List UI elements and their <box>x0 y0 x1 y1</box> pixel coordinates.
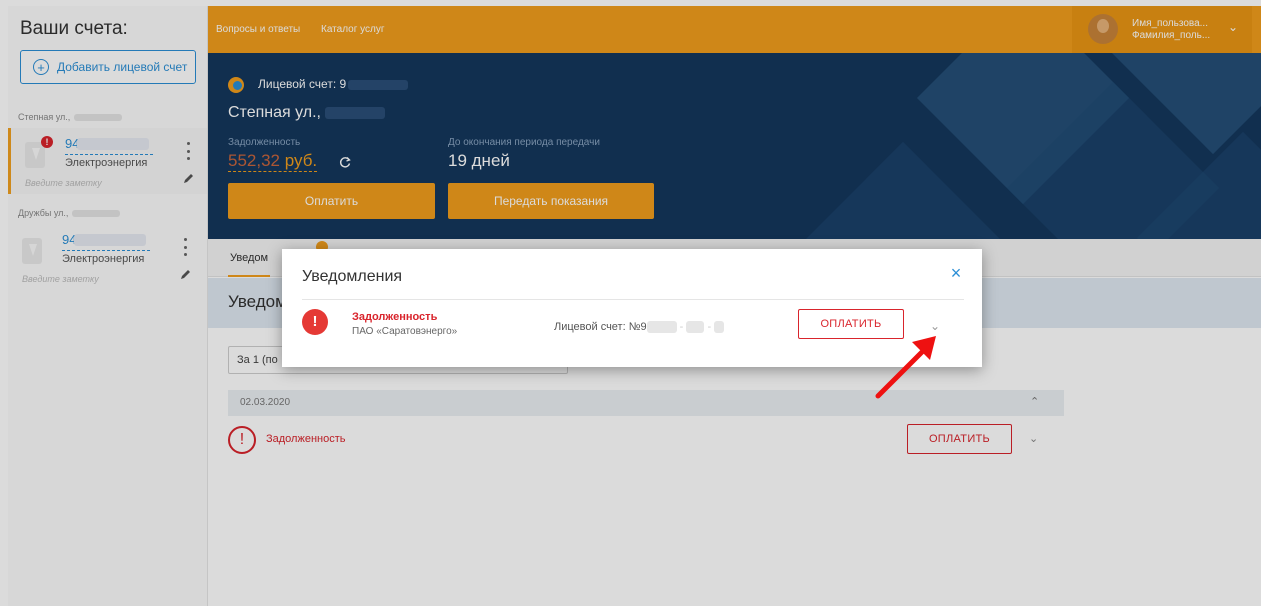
redacted-text <box>714 321 725 334</box>
redacted-text <box>74 114 123 122</box>
add-account-label: Добавить лицевой счет <box>57 60 188 74</box>
notifications-modal: Уведомления × ! Задолженность ПАО «Сарат… <box>282 249 982 367</box>
hero-account-number: Лицевой счет: 9 <box>258 77 409 91</box>
avatar <box>1088 14 1118 44</box>
modal-title: Уведомления <box>302 268 403 285</box>
account-hero: Лицевой счет: 9 Степная ул., Задолженнос… <box>208 53 1261 239</box>
account-type: Электроэнергия <box>62 253 145 265</box>
services-catalog-link[interactable]: Каталог услуг <box>321 24 385 35</box>
notification-account: Лицевой счет: №9 - - <box>554 321 725 334</box>
faq-link[interactable]: Вопросы и ответы <box>216 24 300 35</box>
redacted-text <box>72 210 121 218</box>
user-menu[interactable]: Имя_пользова... Фамилия_поль... ⌄ <box>1072 6 1252 53</box>
redacted-text <box>77 138 149 150</box>
chevron-down-icon: ⌄ <box>1228 20 1239 34</box>
date-label: 02.03.2020 <box>240 397 291 408</box>
redacted-text <box>74 234 146 246</box>
app-window: Ваши счета: + Добавить лицевой счет Степ… <box>0 0 1261 606</box>
period-label: До окончания периода передачи <box>448 137 600 148</box>
debt-label: Задолженность <box>228 137 301 148</box>
note-placeholder[interactable]: Введите заметку <box>25 178 102 188</box>
account-card-selected[interactable]: ! 94 Электроэнергия Введите заметку <box>8 128 207 194</box>
company-logo-icon <box>228 77 244 93</box>
chevron-up-icon[interactable]: ⌃ <box>1030 395 1039 408</box>
kebab-menu-icon[interactable] <box>185 142 191 160</box>
notification-title: Задолженность <box>266 433 346 445</box>
account-number-underline <box>62 250 150 251</box>
pencil-icon[interactable] <box>180 268 192 280</box>
divider <box>302 299 964 300</box>
sidebar-title: Ваши счета: <box>20 18 128 39</box>
redacted-text <box>686 321 705 334</box>
redacted-text <box>646 321 677 334</box>
account-group-street: Степная ул., <box>8 106 207 128</box>
accounts-sidebar: Ваши счета: + Добавить лицевой счет Степ… <box>8 6 208 606</box>
plus-circle-icon: + <box>33 59 49 75</box>
lightning-icon <box>22 238 42 264</box>
alert-icon: ! <box>302 309 328 335</box>
user-name: Имя_пользова... Фамилия_поль... <box>1132 18 1211 41</box>
alert-circle-icon: ! <box>228 426 256 454</box>
hero-address: Степная ул., <box>228 104 385 122</box>
section-title: Уведом <box>228 292 287 311</box>
alert-badge: ! <box>41 136 53 148</box>
pencil-icon[interactable] <box>183 172 195 184</box>
period-value: 19 дней <box>448 151 510 170</box>
account-number-underline <box>65 154 153 155</box>
date-group-header[interactable]: 02.03.2020 ⌃ <box>228 390 1064 416</box>
notification-row: ! Задолженность ОПЛАТИТЬ ⌄ <box>228 424 1064 458</box>
pay-button[interactable]: Оплатить <box>228 183 435 219</box>
chevron-down-icon[interactable]: ⌄ <box>1029 432 1038 445</box>
notification-organization: ПАО «Саратовэнерго» <box>352 326 458 337</box>
redacted-text <box>348 79 409 90</box>
redacted-text <box>324 106 385 119</box>
close-icon[interactable]: × <box>946 263 966 283</box>
add-account-button[interactable]: + Добавить лицевой счет <box>20 50 196 84</box>
note-placeholder[interactable]: Введите заметку <box>22 274 99 284</box>
modal-pay-button[interactable]: ОПЛАТИТЬ <box>798 309 904 339</box>
account-group-street: Дружбы ул., <box>8 202 207 224</box>
tab-notifications[interactable]: Уведом <box>228 239 271 277</box>
account-card[interactable]: 94 Электроэнергия Введите заметку <box>8 224 207 290</box>
row-pay-button[interactable]: ОПЛАТИТЬ <box>907 424 1012 454</box>
refresh-icon[interactable] <box>338 155 352 169</box>
chevron-down-icon[interactable]: ⌄ <box>930 319 940 333</box>
account-type: Электроэнергия <box>65 157 148 169</box>
debt-amount[interactable]: 552,32 руб. <box>228 151 318 172</box>
kebab-menu-icon[interactable] <box>182 238 188 256</box>
submit-readings-button[interactable]: Передать показания <box>448 183 654 219</box>
notification-title: Задолженность <box>352 311 438 323</box>
